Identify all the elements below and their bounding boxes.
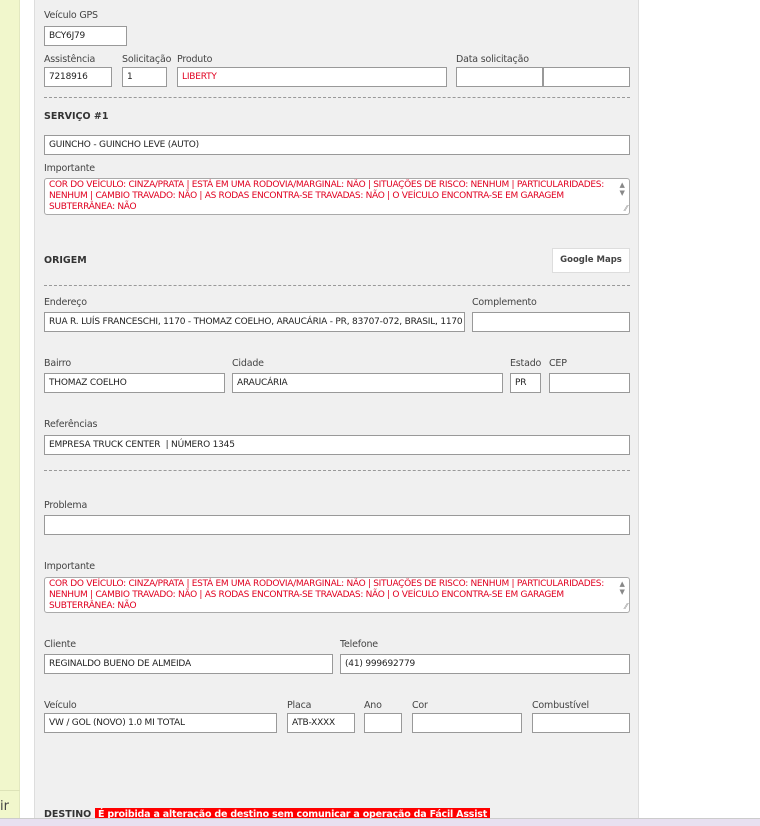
referencias-label: Referências [44, 419, 98, 430]
problema-input[interactable] [44, 515, 630, 535]
divider [44, 97, 630, 98]
combustivel-label: Combustível [532, 700, 589, 711]
servico-input[interactable]: GUINCHO - GUINCHO LEVE (AUTO) [44, 135, 630, 155]
solicitacao-label: Solicitação [122, 54, 172, 65]
scroll-arrows-icon[interactable]: ▲ ▼ [617, 580, 627, 596]
estado-label: Estado [510, 358, 542, 369]
assistencia-label: Assistência [44, 54, 96, 65]
cidade-label: Cidade [232, 358, 264, 369]
veiculo-gps-label: Veículo GPS [44, 10, 98, 21]
complemento-input[interactable] [472, 312, 630, 332]
resize-grip-icon[interactable]: ⁄⁄ [625, 203, 627, 214]
endereco-input[interactable]: RUA R. LUÍS FRANCESCHI, 1170 - THOMAZ CO… [44, 312, 465, 332]
veiculo-input[interactable]: VW / GOL (NOVO) 1.0 MI TOTAL [44, 713, 277, 733]
divider [44, 285, 630, 286]
servico-importante-label: Importante [44, 163, 95, 174]
cidade-input[interactable]: ARAUCÁRIA [232, 373, 503, 393]
bairro-input[interactable]: THOMAZ COELHO [44, 373, 225, 393]
ano-input[interactable] [364, 713, 402, 733]
cliente-label: Cliente [44, 639, 76, 650]
cor-input[interactable] [412, 713, 522, 733]
telefone-input[interactable]: (41) 999692779 [340, 654, 630, 674]
problema-importante-text: COR DO VEÍCULO: CINZA/PRATA | ESTÁ EM UM… [49, 579, 604, 611]
veiculo-label: Veículo [44, 700, 77, 711]
cep-input[interactable] [549, 373, 630, 393]
veiculo-gps-input[interactable]: BCY6J79 [44, 26, 127, 46]
resize-grip-icon[interactable]: ⁄⁄ [625, 601, 627, 612]
assistencia-input[interactable]: 7218916 [44, 67, 112, 87]
data-solicitacao-date-input[interactable] [456, 67, 543, 87]
complemento-label: Complemento [472, 297, 537, 308]
google-maps-button[interactable]: Google Maps [552, 248, 630, 273]
cliente-input[interactable]: REGINALDO BUENO DE ALMEIDA [44, 654, 333, 674]
divider [44, 470, 630, 471]
estado-input[interactable]: PR [510, 373, 541, 393]
data-solicitacao-label: Data solicitação [456, 54, 529, 65]
sidebar-divider [0, 790, 20, 791]
scroll-arrows-icon[interactable]: ▲ ▼ [617, 181, 627, 197]
cep-label: CEP [549, 358, 567, 369]
solicitacao-input[interactable]: 1 [122, 67, 167, 87]
origem-heading: ORIGEM [44, 255, 87, 266]
servico-importante-textarea[interactable]: COR DO VEÍCULO: CINZA/PRATA | ESTÁ EM UM… [44, 178, 630, 215]
bairro-label: Bairro [44, 358, 72, 369]
data-solicitacao-time-input[interactable] [543, 67, 630, 87]
telefone-label: Telefone [340, 639, 378, 650]
servico-heading: SERVIÇO #1 [44, 111, 109, 122]
cor-label: Cor [412, 700, 428, 711]
sidebar: air [0, 0, 20, 818]
bottom-bar [0, 818, 760, 826]
problema-importante-textarea[interactable]: COR DO VEÍCULO: CINZA/PRATA | ESTÁ EM UM… [44, 577, 630, 613]
servico-importante-text: COR DO VEÍCULO: CINZA/PRATA | ESTÁ EM UM… [49, 180, 604, 212]
ano-label: Ano [364, 700, 382, 711]
produto-input[interactable]: LIBERTY [177, 67, 447, 87]
referencias-input[interactable]: EMPRESA TRUCK CENTER | NÚMERO 1345 [44, 435, 630, 455]
problema-importante-label: Importante [44, 561, 95, 572]
placa-label: Placa [287, 700, 312, 711]
sidebar-logout-link[interactable]: air [0, 799, 9, 814]
produto-label: Produto [177, 54, 213, 65]
problema-label: Problema [44, 500, 88, 511]
form-panel [34, 0, 639, 818]
endereco-label: Endereço [44, 297, 87, 308]
placa-input[interactable]: ATB-XXXX [287, 713, 355, 733]
combustivel-input[interactable] [532, 713, 630, 733]
